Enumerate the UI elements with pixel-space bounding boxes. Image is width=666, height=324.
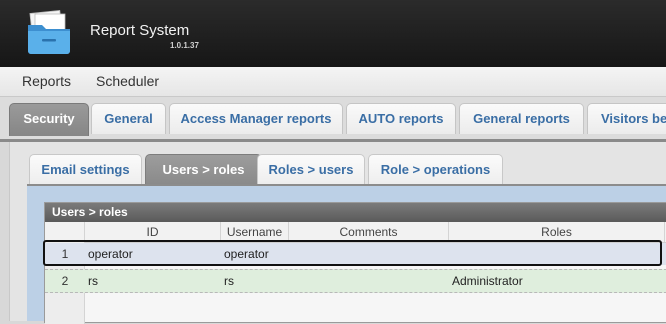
- users-roles-panel: Users > roles ID Username Comments Roles…: [27, 184, 666, 324]
- app-title: Report System: [90, 22, 190, 39]
- app-header: Report System 1.0.1.37: [0, 0, 666, 67]
- column-header-rownum: [45, 222, 85, 242]
- menu-bar: Reports Scheduler: [0, 67, 666, 97]
- cell-username: rs: [224, 274, 234, 288]
- security-panel: Email settings Users > roles Roles > use…: [9, 142, 666, 324]
- tab-visitors[interactable]: Visitors be: [587, 103, 666, 134]
- main-tab-bar: Security General Access Manager reports …: [0, 97, 666, 141]
- column-header-roles[interactable]: Roles: [449, 222, 665, 242]
- app-version: 1.0.1.37: [170, 41, 199, 50]
- folder-icon: [28, 9, 70, 54]
- grid-header: ID Username Comments Roles: [45, 222, 666, 243]
- column-header-comments[interactable]: Comments: [289, 222, 449, 242]
- menu-item-reports[interactable]: Reports: [22, 73, 71, 89]
- table-row[interactable]: 1 operator operator: [43, 240, 666, 266]
- menu-item-scheduler[interactable]: Scheduler: [96, 73, 159, 89]
- tab-access-manager-reports[interactable]: Access Manager reports: [169, 103, 343, 134]
- tab-auto-reports[interactable]: AUTO reports: [346, 103, 456, 134]
- grid-caption: Users > roles: [45, 203, 666, 222]
- row-number: 1: [61, 247, 69, 261]
- subtab-roles-users[interactable]: Roles > users: [257, 154, 365, 184]
- cell-id: rs: [88, 274, 98, 288]
- row-number: 2: [61, 274, 69, 288]
- tab-general-reports[interactable]: General reports: [459, 103, 584, 134]
- users-roles-grid: Users > roles ID Username Comments Roles…: [43, 202, 666, 324]
- tab-security[interactable]: Security: [9, 103, 89, 136]
- subtab-role-operations[interactable]: Role > operations: [368, 154, 503, 184]
- subtab-users-roles[interactable]: Users > roles: [145, 154, 262, 184]
- tab-general[interactable]: General: [91, 103, 166, 134]
- table-row[interactable]: 2 rs rs Administrator: [45, 269, 666, 293]
- cell-username: operator: [224, 247, 269, 261]
- cell-id: operator: [88, 247, 133, 261]
- subtab-email-settings[interactable]: Email settings: [29, 154, 142, 184]
- column-header-id[interactable]: ID: [85, 222, 221, 242]
- column-header-username[interactable]: Username: [221, 222, 289, 242]
- cell-roles: Administrator: [452, 274, 523, 288]
- selected-row-highlight: [43, 240, 662, 266]
